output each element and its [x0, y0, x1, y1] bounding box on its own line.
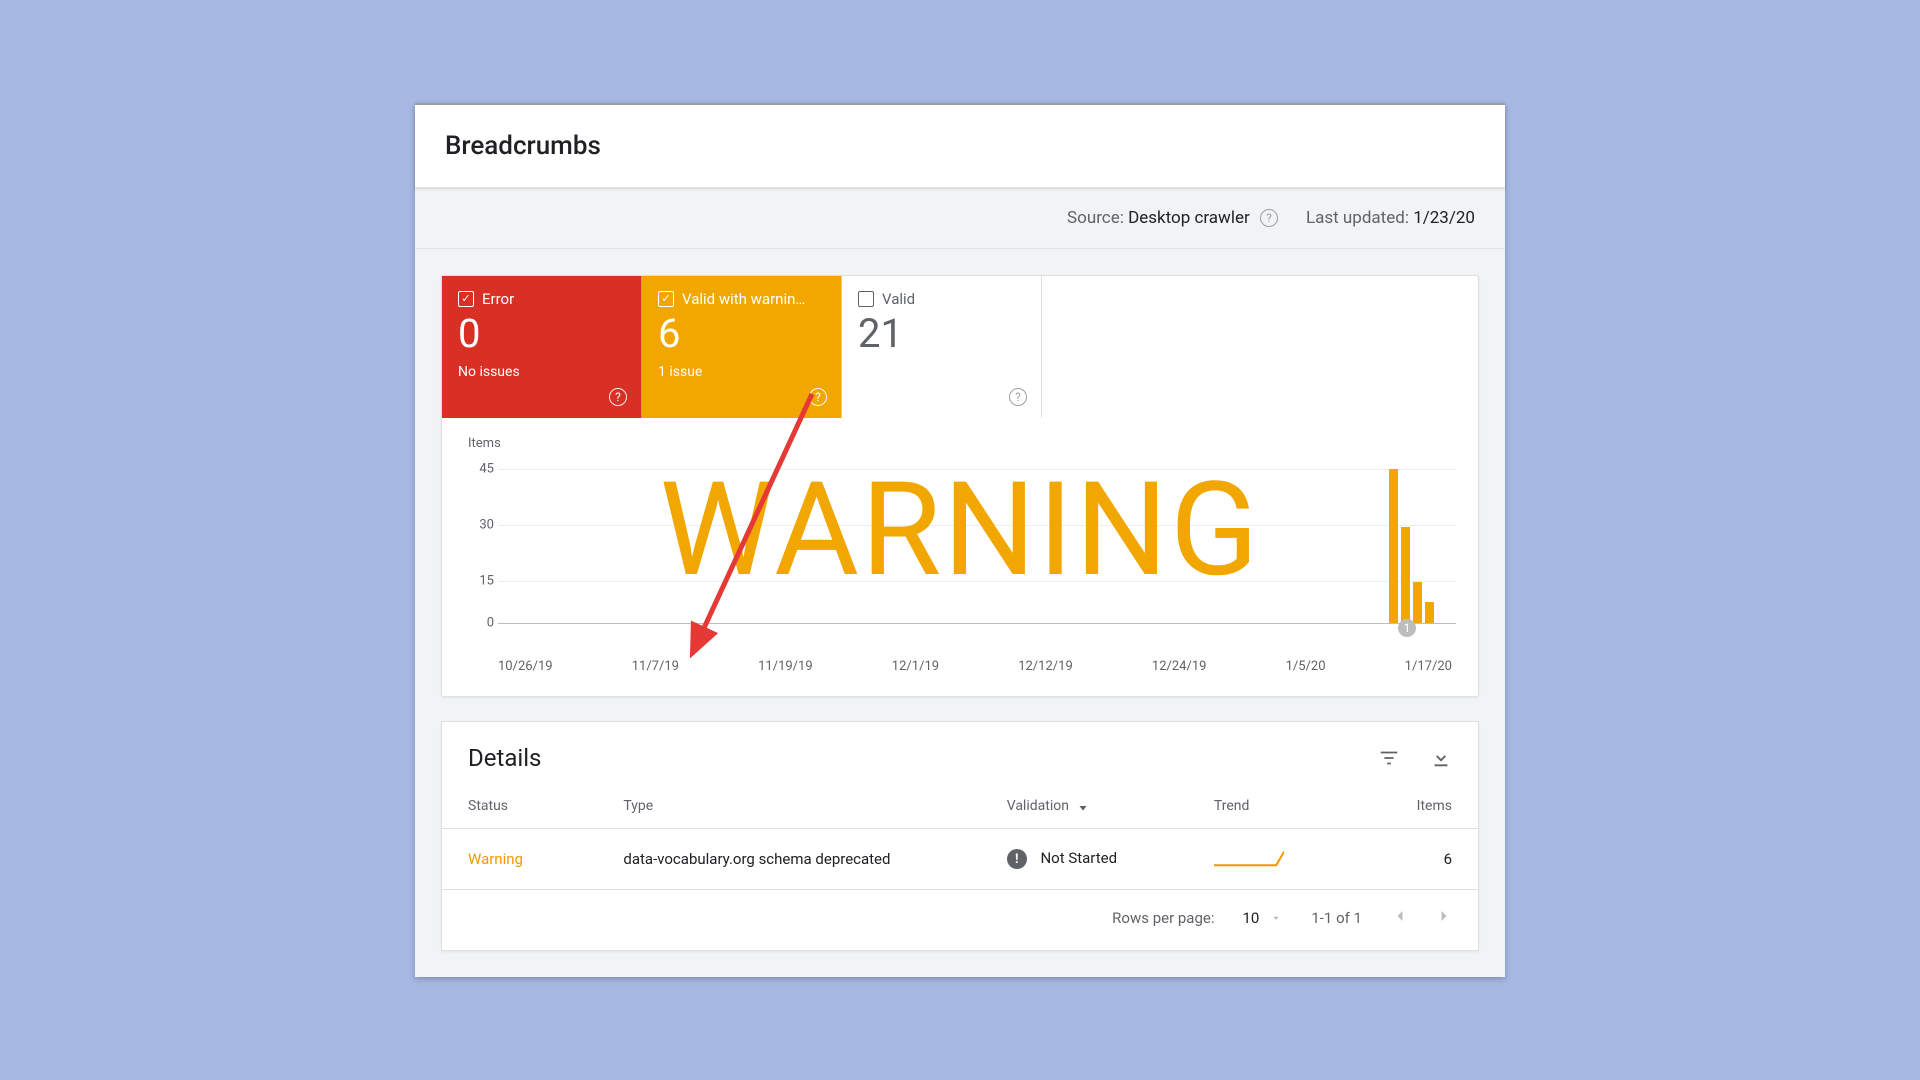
xtick: 12/12/19: [1018, 659, 1073, 674]
chevron-right-icon: [1434, 906, 1454, 926]
status-card-sub: 1 issue: [658, 364, 825, 380]
details-panel: Details Status Type Valida: [441, 721, 1479, 952]
content: Error 0 No issues ? Valid with warnin… 6…: [415, 249, 1505, 978]
updated-info: Last updated: 1/23/20: [1306, 208, 1475, 228]
status-panel: Error 0 No issues ? Valid with warnin… 6…: [441, 275, 1479, 697]
xtick: 1/17/20: [1405, 659, 1452, 674]
details-title: Details: [468, 744, 541, 772]
exclamation-icon: !: [1007, 849, 1027, 869]
ytick: 45: [464, 461, 494, 476]
table-pager: Rows per page: 10 1-1 of 1: [442, 890, 1478, 950]
col-status[interactable]: Status: [442, 780, 597, 829]
pager-next[interactable]: [1434, 906, 1454, 930]
download-icon[interactable]: [1430, 747, 1452, 769]
col-validation[interactable]: Validation: [981, 780, 1188, 829]
status-card-label: Valid: [882, 290, 915, 308]
status-card-count: 0: [458, 314, 625, 354]
ytick: 30: [464, 517, 494, 532]
status-card-valid[interactable]: Valid 21 ?: [842, 276, 1042, 418]
status-card-count: 6: [658, 314, 825, 354]
chart-xaxis: 10/26/19 11/7/19 11/19/19 12/1/19 12/12/19 12…: [464, 653, 1456, 674]
pager-prev[interactable]: [1390, 906, 1410, 930]
ytick: 0: [464, 615, 494, 630]
help-icon[interactable]: ?: [809, 388, 827, 406]
help-icon[interactable]: ?: [1260, 209, 1278, 227]
details-table: Status Type Validation Trend Items Warni…: [442, 780, 1478, 891]
titlebar: Breadcrumbs: [415, 105, 1505, 188]
chart-bar: [1425, 602, 1434, 623]
updated-label: Last updated:: [1306, 208, 1409, 228]
chart-bars: [1041, 469, 1434, 623]
table-header-row: Status Type Validation Trend Items: [442, 780, 1478, 829]
cell-validation: ! Not Started: [981, 828, 1188, 890]
cell-type: data-vocabulary.org schema deprecated: [597, 828, 980, 890]
chart-marker[interactable]: 1: [1398, 619, 1416, 637]
col-items[interactable]: Items: [1374, 780, 1478, 829]
status-card-label: Valid with warnin…: [682, 290, 805, 308]
app-window: Breadcrumbs Source: Desktop crawler ? La…: [415, 103, 1505, 978]
checkbox-icon: [858, 291, 874, 307]
chart-bar: [1401, 527, 1410, 623]
status-card-error[interactable]: Error 0 No issues ?: [442, 276, 642, 418]
source-value: Desktop crawler: [1128, 208, 1250, 228]
col-type[interactable]: Type: [597, 780, 980, 829]
meta-row: Source: Desktop crawler ? Last updated: …: [415, 188, 1505, 249]
status-card-count: 21: [858, 314, 1025, 354]
status-cards: Error 0 No issues ? Valid with warnin… 6…: [442, 276, 1478, 418]
status-card-sub: No issues: [458, 364, 625, 380]
ytick: 15: [464, 573, 494, 588]
rows-per-page-label: Rows per page:: [1112, 909, 1214, 927]
source-label: Source:: [1067, 208, 1124, 228]
chart-plot: 45 30 15 0 WARNING 1: [464, 453, 1456, 653]
filter-icon[interactable]: [1378, 747, 1400, 769]
sort-desc-icon: [1076, 799, 1090, 813]
help-icon[interactable]: ?: [1009, 388, 1027, 406]
page-title: Breadcrumbs: [445, 131, 1475, 161]
checkbox-icon: [458, 291, 474, 307]
cell-items: 6: [1374, 828, 1478, 890]
pager-range: 1-1 of 1: [1311, 909, 1362, 927]
col-trend[interactable]: Trend: [1188, 780, 1374, 829]
chart-bar: [1413, 582, 1422, 623]
status-card-label: Error: [482, 290, 514, 308]
table-row[interactable]: Warning data-vocabulary.org schema depre…: [442, 828, 1478, 890]
xtick: 10/26/19: [498, 659, 553, 674]
chart-bar: [1389, 469, 1398, 623]
xtick: 1/5/20: [1286, 659, 1326, 674]
rows-per-page-select[interactable]: 10: [1242, 909, 1283, 927]
chevron-left-icon: [1390, 906, 1410, 926]
checkbox-icon: [658, 291, 674, 307]
chevron-down-icon: [1269, 911, 1283, 925]
help-icon[interactable]: ?: [609, 388, 627, 406]
updated-value: 1/23/20: [1413, 208, 1475, 228]
xtick: 12/1/19: [892, 659, 939, 674]
cell-status: Warning: [442, 828, 597, 890]
xtick: 11/7/19: [632, 659, 679, 674]
cell-trend: [1188, 828, 1374, 890]
sparkline-icon: [1214, 851, 1284, 869]
xtick: 11/19/19: [758, 659, 813, 674]
status-card-warning[interactable]: Valid with warnin… 6 1 issue ?: [642, 276, 842, 418]
xtick: 12/24/19: [1152, 659, 1207, 674]
source-info: Source: Desktop crawler ?: [1067, 208, 1278, 228]
chart-ylabel: Items: [464, 436, 1456, 451]
chart: Items 45 30 15 0 WARNING 1 10/26/19 11/7/…: [442, 418, 1478, 696]
